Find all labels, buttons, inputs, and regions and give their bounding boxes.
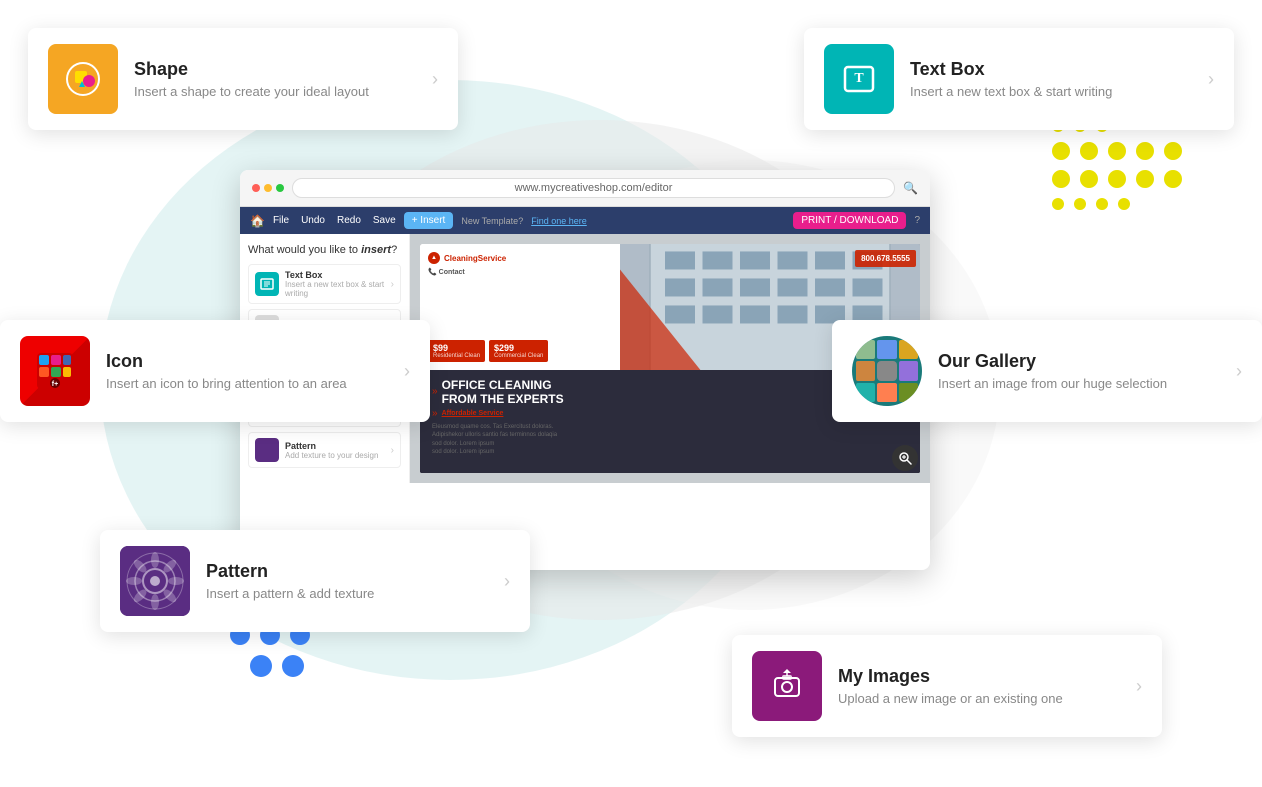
myimages-card-desc: Upload a new image or an existing one [838, 691, 1120, 706]
shape-card-icon [48, 44, 118, 114]
pattern-card-icon [120, 546, 190, 616]
sidebar-textbox-arrow: › [391, 279, 394, 290]
close-dot [252, 184, 260, 192]
myimages-card-content: My Images Upload a new image or an exist… [838, 666, 1120, 706]
sidebar-pattern-arrow: › [391, 445, 394, 456]
myimages-card-icon [752, 651, 822, 721]
ad-subtitle: Affordable Service [442, 410, 504, 417]
gallery-card-desc: Insert an image from our huge selection [938, 376, 1220, 391]
gallery-card-arrow: › [1236, 361, 1242, 382]
yellow-dots-decoration [1052, 120, 1182, 220]
ad-logo-text: CleaningService [444, 254, 506, 263]
icon-card-desc: Insert an icon to bring attention to an … [106, 376, 388, 391]
ad-body-text: Eleusmod quame cos. Tas Exercitust dolor… [432, 423, 908, 457]
sidebar-pattern-content: Pattern Add texture to your design [285, 441, 385, 460]
icon-card[interactable]: f+ Icon Insert an icon to bring attentio… [0, 320, 430, 422]
icon-card-arrow: › [404, 361, 410, 382]
icon-card-content: Icon Insert an icon to bring attention t… [106, 351, 388, 391]
insert-button[interactable]: + Insert [404, 212, 454, 229]
editor-toolbar: 🏠 File Undo Redo Save + Insert New Templ… [240, 207, 930, 234]
sidebar-pattern-icon [255, 438, 279, 462]
gallery-grid [852, 336, 922, 406]
browser-window-controls [252, 184, 284, 192]
gallery-card-content: Our Gallery Insert an image from our hug… [938, 351, 1220, 391]
price-1: $99 Residential Clean [428, 340, 485, 362]
price-2: $299 Commercial Clean [489, 340, 548, 362]
template-text: New Template? [461, 216, 523, 226]
toolbar-nav: File Undo Redo Save [273, 215, 396, 226]
sidebar-question: What would you like to insert? [248, 244, 401, 256]
help-icon: ? [914, 215, 920, 226]
myimages-card-arrow: › [1136, 676, 1142, 697]
ad-logo-area: ▲ CleaningService [428, 252, 612, 264]
maximize-dot [276, 184, 284, 192]
shape-card-arrow: › [432, 69, 438, 90]
shape-card-title: Shape [134, 59, 416, 80]
svg-text:f+: f+ [52, 381, 58, 388]
svg-text:T: T [854, 71, 864, 86]
search-icon: 🔍 [903, 181, 918, 195]
pattern-card-content: Pattern Insert a pattern & add texture [206, 561, 488, 601]
pattern-card-desc: Insert a pattern & add texture [206, 586, 488, 601]
textbox-card-icon: T [824, 44, 894, 114]
textbox-card-content: Text Box Insert a new text box & start w… [910, 59, 1192, 99]
file-menu[interactable]: File [273, 215, 289, 226]
sidebar-item-pattern[interactable]: Pattern Add texture to your design › [248, 432, 401, 468]
sidebar-item-textbox[interactable]: Text Box Insert a new text box & start w… [248, 264, 401, 304]
myimages-card-title: My Images [838, 666, 1120, 687]
textbox-card-arrow: › [1208, 69, 1214, 90]
url-bar[interactable]: www.mycreativeshop.com/editor [292, 178, 895, 198]
pattern-card-arrow: › [504, 571, 510, 592]
myimages-card[interactable]: My Images Upload a new image or an exist… [732, 635, 1162, 737]
textbox-card[interactable]: T Text Box Insert a new text box & start… [804, 28, 1234, 130]
redo-button[interactable]: Redo [337, 215, 361, 226]
print-download-button[interactable]: PRINT / DOWNLOAD [793, 212, 906, 229]
ad-prices: $99 Residential Clean $299 Commercial Cl… [428, 340, 612, 362]
save-button[interactable]: Save [373, 215, 396, 226]
ad-logo-icon: ▲ [428, 252, 440, 264]
undo-button[interactable]: Undo [301, 215, 325, 226]
ad-phone-overlay: 800.678.5555 [855, 250, 916, 267]
ad-contact: 📞 Contact [428, 268, 612, 276]
minimize-dot [264, 184, 272, 192]
gallery-card[interactable]: Our Gallery Insert an image from our hug… [832, 320, 1262, 422]
shape-card[interactable]: Shape Insert a shape to create your idea… [28, 28, 458, 130]
pattern-card[interactable]: Pattern Insert a pattern & add texture › [100, 530, 530, 632]
home-icon: 🏠 [250, 214, 265, 228]
textbox-card-title: Text Box [910, 59, 1192, 80]
zoom-button[interactable] [892, 445, 918, 471]
icon-card-icon: f+ [20, 336, 90, 406]
find-here-link[interactable]: Find one here [531, 216, 587, 226]
sidebar-textbox-icon [255, 272, 279, 296]
gallery-card-icon [852, 336, 922, 406]
pattern-card-title: Pattern [206, 561, 488, 582]
ad-left-panel: ▲ CleaningService 📞 Contact $99 Resident… [420, 244, 620, 370]
icon-card-title: Icon [106, 351, 388, 372]
gallery-card-title: Our Gallery [938, 351, 1220, 372]
shape-card-desc: Insert a shape to create your ideal layo… [134, 84, 416, 99]
sidebar-textbox-content: Text Box Insert a new text box & start w… [285, 270, 385, 298]
shape-card-content: Shape Insert a shape to create your idea… [134, 59, 416, 99]
browser-address-bar: www.mycreativeshop.com/editor 🔍 [240, 170, 930, 207]
ad-headline: Office Cleaning [442, 378, 564, 392]
textbox-card-desc: Insert a new text box & start writing [910, 84, 1192, 99]
ad-headline-2: From The Experts [442, 392, 564, 406]
